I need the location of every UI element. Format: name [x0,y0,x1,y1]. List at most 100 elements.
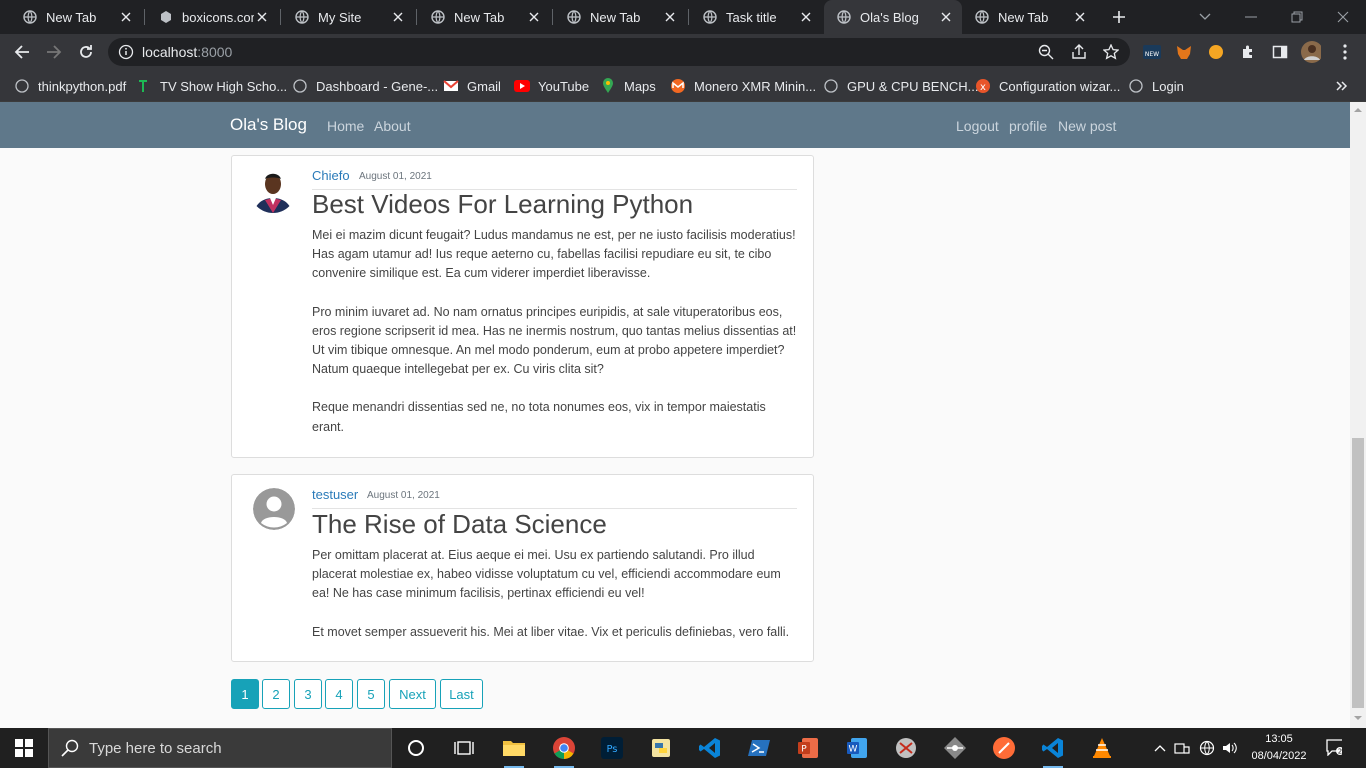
nav-home-link[interactable]: Home [327,118,364,134]
info-icon[interactable] [118,44,134,60]
bookmark-item[interactable]: YouTube [514,76,589,96]
close-icon[interactable] [118,9,134,25]
youtube-icon [514,78,530,94]
config-wizard-icon: x [975,78,991,94]
taskbar-clock[interactable]: 13:05 08/04/2022 [1244,731,1314,765]
svg-text:Ps: Ps [606,744,617,755]
close-icon[interactable] [938,9,954,25]
snipping-tool-icon[interactable] [892,734,920,762]
forward-button[interactable] [42,40,66,64]
browser-tab[interactable]: My Site [272,0,414,34]
new-tab-button[interactable] [1108,6,1130,28]
word-icon[interactable]: W [843,734,871,762]
close-icon[interactable] [254,9,270,25]
globe-icon [294,9,310,25]
postman-icon[interactable] [990,734,1018,762]
bookmark-item[interactable]: Dashboard - Gene-... [292,76,438,96]
side-panel-icon[interactable] [1270,42,1290,62]
post-title-link[interactable]: The Rise of Data Science [312,509,607,540]
bookmark-item[interactable]: TV Show High Scho... [138,76,287,96]
browser-tab[interactable]: New Tab [544,0,686,34]
share-icon[interactable] [1071,44,1087,60]
bookmark-item[interactable]: Gmail [443,76,501,96]
browser-tab-active[interactable]: Ola's Blog [824,0,962,34]
cortana-icon[interactable] [402,734,430,762]
powerpoint-icon[interactable]: P [794,734,822,762]
author-avatar [253,488,295,530]
last-page-button[interactable]: Last [440,679,483,709]
bookmark-label: Maps [624,78,656,94]
post-title-link[interactable]: Best Videos For Learning Python [312,189,693,220]
new-extension-icon[interactable]: NEW [1142,42,1162,62]
page-4-button[interactable]: 4 [325,679,353,709]
notifications-icon[interactable]: 2 [1326,739,1342,756]
back-button[interactable] [10,40,34,64]
page-2-button[interactable]: 2 [262,679,290,709]
close-icon[interactable] [526,9,542,25]
bookmark-label: Login [1152,78,1184,94]
file-explorer-icon[interactable] [500,734,528,768]
close-icon[interactable] [662,9,678,25]
nav-logout-link[interactable]: Logout [956,118,999,134]
git-icon[interactable] [941,734,969,762]
bookmark-item[interactable]: Maps [600,76,656,96]
vscode-icon[interactable] [696,734,724,762]
scroll-up-arrow[interactable] [1354,106,1362,114]
browser-tab[interactable]: New Tab [962,0,1096,34]
nav-new-post-link[interactable]: New post [1058,118,1116,134]
bookmark-item[interactable]: Login [1128,76,1184,96]
task-view-icon[interactable] [450,734,478,762]
taskbar-search-box[interactable]: Type here to search [48,728,392,768]
profile-avatar[interactable] [1301,41,1321,63]
address-bar[interactable]: localhost:8000 [108,38,1130,66]
author-avatar [250,167,296,213]
page-5-button[interactable]: 5 [357,679,385,709]
bookmark-label: Dashboard - Gene-... [316,78,439,94]
bookmark-star-icon[interactable] [1102,43,1120,60]
close-icon[interactable] [1072,9,1088,25]
browser-tab[interactable]: New Tab [408,0,550,34]
tab-search-button[interactable] [1182,0,1228,34]
bookmark-item[interactable]: GPU & CPU BENCH... [823,76,978,96]
browser-tab[interactable]: Task title [680,0,822,34]
powershell-icon[interactable] [745,734,773,762]
windows-start-button[interactable] [0,728,48,768]
post-author-link[interactable]: Chiefo [312,168,350,183]
chrome-icon[interactable] [550,734,578,768]
browser-tab[interactable]: New Tab [0,0,142,34]
post-author-link[interactable]: testuser [312,487,358,502]
chevron-up-icon[interactable] [1152,740,1168,756]
scroll-down-arrow[interactable] [1354,714,1362,722]
browser-tab[interactable]: boxicons.com [136,0,278,34]
page-3-button[interactable]: 3 [294,679,322,709]
close-icon[interactable] [390,9,406,25]
volume-icon[interactable] [1222,740,1238,756]
vscode-running-icon[interactable] [1039,734,1067,768]
photoshop-icon[interactable]: Ps [598,734,626,762]
vlc-icon[interactable] [1088,734,1116,762]
restore-button[interactable] [1274,0,1320,34]
python-icon[interactable] [647,734,675,762]
close-icon[interactable] [798,9,814,25]
nav-profile-link[interactable]: profile [1009,118,1047,134]
zoom-icon[interactable] [1038,44,1054,60]
page-scrollbar[interactable] [1350,102,1366,728]
coin-extension-icon[interactable] [1206,42,1226,62]
bookmark-item[interactable]: x Configuration wizar... [975,76,1120,96]
page-1-button[interactable]: 1 [231,679,259,709]
metamask-icon[interactable] [1174,42,1194,62]
site-brand[interactable]: Ola's Blog [230,115,307,135]
network-globe-icon[interactable] [1199,740,1215,756]
scrollbar-thumb[interactable] [1352,438,1364,708]
nav-about-link[interactable]: About [374,118,411,134]
device-icon[interactable] [1174,740,1190,756]
menu-dots-icon[interactable] [1335,42,1355,62]
next-page-button[interactable]: Next [389,679,436,709]
reload-button[interactable] [74,40,98,64]
minimize-button[interactable] [1228,0,1274,34]
bookmark-item[interactable]: Monero XMR Minin... [670,76,816,96]
close-window-button[interactable] [1320,0,1366,34]
bookmark-item[interactable]: thinkpython.pdf [14,76,126,96]
bookmarks-overflow-icon[interactable] [1336,76,1348,96]
extensions-puzzle-icon[interactable] [1238,42,1258,62]
